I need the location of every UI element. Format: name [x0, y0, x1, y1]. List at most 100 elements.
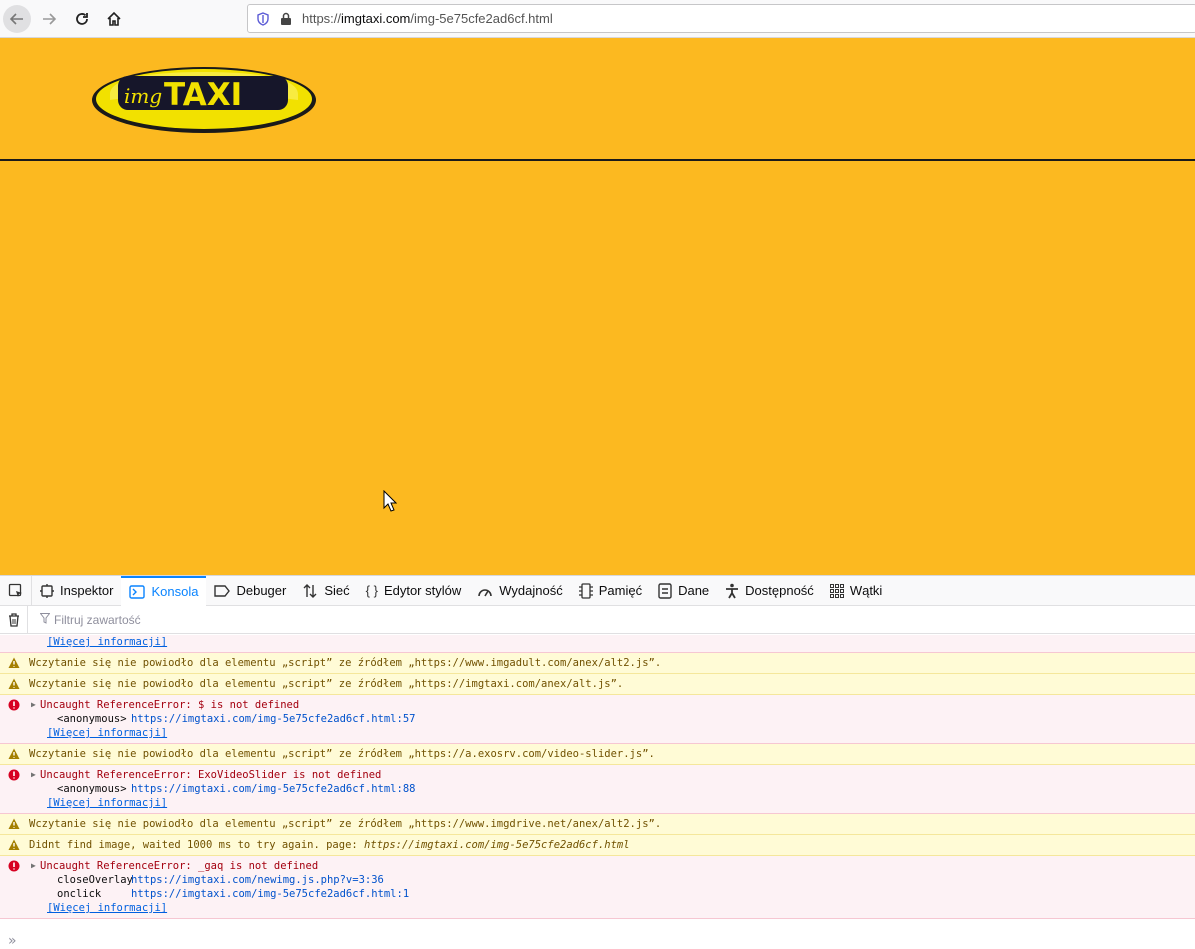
console-warning: Wczytanie się nie powiodło dla elementu … [0, 744, 1195, 765]
url-text[interactable]: https://imgtaxi.com/img-5e75cfe2ad6cf.ht… [302, 11, 553, 26]
web-page: img TAXI [0, 38, 1195, 575]
console-error: ▶ Uncaught ReferenceError: ExoVideoSlide… [0, 765, 1195, 814]
tab-console[interactable]: Konsola [121, 575, 207, 606]
console-filterbar: Filtruj zawartość [0, 605, 1195, 634]
expand-triangle-icon[interactable]: ▶ [31, 859, 36, 873]
home-icon [107, 11, 121, 26]
network-icon [302, 583, 318, 599]
filter-placeholder: Filtruj zawartość [54, 612, 141, 627]
imgtaxi-logo[interactable]: img TAXI [90, 64, 318, 134]
message-text: Didnt find image, waited 1000 ms to try … [29, 839, 365, 851]
tab-storage[interactable]: Dane [650, 576, 717, 606]
arrow-right-icon [43, 13, 57, 25]
tab-memory[interactable]: Pamięć [571, 576, 650, 606]
stack-frame: onclick https://imgtaxi.com/img-5e75cfe2a… [29, 887, 1195, 901]
devtools-panel: Inspektor Konsola Debuger Sieć { } Edytor… [0, 575, 1195, 949]
tracking-shield-icon[interactable] [256, 11, 270, 26]
element-picker-icon [8, 583, 22, 597]
message-text: Wczytanie się nie powiodło dla elementu … [29, 657, 662, 669]
devtools-tabbar: Inspektor Konsola Debuger Sieć { } Edytor… [0, 575, 1195, 606]
filter-icon [39, 612, 51, 627]
logo-main-text: TAXI [164, 77, 242, 113]
reload-button[interactable] [68, 5, 96, 33]
more-info-link[interactable]: [Więcej informacji] [29, 635, 1195, 649]
console-icon [129, 584, 146, 599]
warning-icon [8, 818, 20, 829]
inspector-icon [40, 583, 54, 598]
stack-frame: closeOverlayhttps://imgtaxi.com/newimg.j… [29, 873, 1195, 887]
home-button[interactable] [100, 5, 128, 33]
tab-label: Dane [678, 583, 710, 598]
tab-network[interactable]: Sieć [294, 576, 357, 606]
accessibility-icon [725, 583, 739, 599]
stack-frame: <anonymous> https://imgtaxi.com/img-5e75c… [29, 782, 1195, 796]
arrow-left-icon [9, 13, 23, 25]
forward-button[interactable] [35, 5, 63, 33]
tab-workers[interactable]: Wątki [822, 576, 891, 606]
trash-icon [8, 612, 19, 627]
stack-source-link[interactable]: https://imgtaxi.com/img-5e75cfe2ad6cf.ht… [131, 713, 415, 725]
tab-label: Dostępność [745, 583, 814, 598]
site-header: img TAXI [0, 38, 1195, 161]
tab-label: Wydajność [499, 583, 563, 598]
reload-icon [76, 13, 88, 25]
message-text: Uncaught ReferenceError: ExoVideoSlider … [40, 769, 382, 781]
message-url: https://imgtaxi.com/img-5e75cfe2ad6cf.ht… [364, 839, 630, 851]
tab-label: Debuger [236, 583, 287, 598]
tab-accessibility[interactable]: Dostępność [717, 576, 822, 606]
console-error: ▶ Uncaught ReferenceError: _gaq is not d… [0, 856, 1195, 919]
tab-inspector[interactable]: Inspektor [32, 576, 121, 606]
tab-performance[interactable]: Wydajność [469, 576, 570, 606]
tab-debugger[interactable]: Debuger [206, 576, 294, 606]
stack-source-link[interactable]: https://imgtaxi.com/newimg.js.php?v=3:36 [131, 874, 384, 886]
tab-style-editor[interactable]: { } Edytor stylów [358, 576, 470, 606]
stack-source-link[interactable]: https://imgtaxi.com/img-5e75cfe2ad6cf.ht… [131, 783, 415, 795]
browser-toolbar: https://imgtaxi.com/img-5e75cfe2ad6cf.ht… [0, 0, 1195, 38]
stack-function: closeOverlay [57, 874, 133, 886]
console-message-partial: [Więcej informacji] [0, 635, 1195, 653]
url-scheme: https:// [302, 11, 342, 26]
console-warning: Wczytanie się nie powiodło dla elementu … [0, 653, 1195, 674]
url-path: /img-5e75cfe2ad6cf.html [410, 11, 553, 26]
message-text: Wczytanie się nie powiodło dla elementu … [29, 818, 662, 830]
tab-label: Konsola [151, 584, 199, 599]
memory-icon [578, 582, 593, 599]
address-bar[interactable]: https://imgtaxi.com/img-5e75cfe2ad6cf.ht… [247, 4, 1195, 33]
url-host: imgtaxi.com [341, 11, 411, 26]
warning-icon [8, 748, 20, 759]
console-input[interactable]: » [0, 931, 1195, 949]
tab-label: Edytor stylów [383, 583, 462, 598]
stack-source-link[interactable]: https://imgtaxi.com/img-5e75cfe2ad6cf.ht… [131, 888, 409, 900]
clear-console-button[interactable] [0, 605, 28, 634]
stack-frame: <anonymous> https://imgtaxi.com/img-5e75c… [29, 712, 1195, 726]
warning-icon [8, 678, 20, 689]
console-output[interactable]: [Więcej informacji] Wczytanie się nie po… [0, 635, 1195, 927]
element-picker-button[interactable] [0, 575, 32, 606]
console-warning: Wczytanie się nie powiodło dla elementu … [0, 674, 1195, 695]
debugger-icon [214, 584, 231, 597]
error-icon [8, 860, 20, 872]
message-text: Uncaught ReferenceError: $ is not define… [40, 699, 300, 711]
expand-triangle-icon[interactable]: ▶ [31, 768, 36, 782]
console-warning: Didnt find image, waited 1000 ms to try … [0, 835, 1195, 856]
lock-icon[interactable] [280, 12, 292, 26]
storage-icon [658, 582, 672, 599]
back-button[interactable] [3, 5, 31, 33]
tab-label: Inspektor [60, 583, 114, 598]
warning-icon [8, 839, 20, 850]
error-icon [8, 769, 20, 781]
console-filter-input[interactable]: Filtruj zawartość [39, 612, 141, 627]
warning-icon [8, 657, 20, 668]
error-icon [8, 699, 20, 711]
mouse-cursor-icon [383, 490, 397, 512]
performance-icon [477, 584, 493, 598]
more-info-link[interactable]: [Więcej informacji] [29, 796, 1195, 810]
more-info-link[interactable]: [Więcej informacji] [29, 901, 1195, 915]
expand-triangle-icon[interactable]: ▶ [31, 698, 36, 712]
style-editor-icon: { } [365, 583, 378, 598]
stack-function: onclick [57, 888, 102, 900]
console-warning: Wczytanie się nie powiodło dla elementu … [0, 814, 1195, 835]
more-info-link[interactable]: [Więcej informacji] [29, 726, 1195, 740]
tab-label: Wątki [849, 583, 883, 598]
message-text: Uncaught ReferenceError: _gaq is not def… [40, 860, 319, 872]
